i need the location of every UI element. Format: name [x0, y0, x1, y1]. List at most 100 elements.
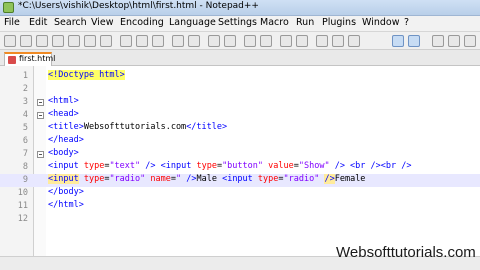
code-token: <input [48, 174, 79, 184]
code-token: <br /> [380, 161, 412, 171]
code-token: type [78, 161, 105, 171]
title-close-tag: </title> [186, 122, 228, 132]
menu-settings[interactable]: Settings [218, 17, 257, 28]
indent-guide-icon[interactable] [348, 35, 360, 47]
code-token: "radio" [283, 174, 320, 184]
copy-icon[interactable] [136, 35, 148, 47]
editor-line-7: 7 <body> [0, 148, 480, 161]
line-number: 9 [22, 175, 28, 185]
menu-macro[interactable]: Macro [260, 17, 289, 28]
title-bar: *C:\Users\vishik\Desktop\html\first.html… [0, 0, 480, 16]
head-close-tag: </head> [48, 135, 84, 145]
line-number: 3 [22, 97, 28, 107]
user-lang-icon[interactable] [392, 35, 404, 47]
code-token: /> [186, 174, 197, 184]
code-token: type [191, 161, 217, 171]
code-line: <head> [48, 109, 79, 119]
tab-first-html[interactable]: first.html [4, 52, 55, 66]
close-icon[interactable] [68, 35, 80, 47]
fold-toggle-icon[interactable] [37, 151, 44, 158]
new-file-icon[interactable] [4, 35, 16, 47]
code-token: "Show" [298, 161, 330, 171]
all-chars-icon[interactable] [332, 35, 344, 47]
save-all-icon[interactable] [52, 35, 64, 47]
sync-h-icon[interactable] [296, 35, 308, 47]
menu-file[interactable]: File [4, 17, 20, 28]
tab-bar: first.html [0, 50, 480, 66]
print-icon[interactable] [100, 35, 112, 47]
html-open-tag: <html> [48, 96, 79, 106]
editor-line-3: 3 <html> [0, 96, 480, 109]
line-number: 7 [22, 149, 28, 159]
play-macro-icon[interactable] [464, 35, 476, 47]
undo-icon[interactable] [172, 35, 184, 47]
code-line: </body> [48, 187, 84, 197]
fold-toggle-icon[interactable] [37, 99, 44, 106]
code-token: "text" [109, 161, 141, 171]
menu-encoding[interactable]: Encoding [120, 17, 164, 28]
title-text: Websofttutorials.com [83, 122, 187, 132]
menu-search[interactable]: Search [54, 17, 87, 28]
menu-language[interactable]: Language [169, 17, 216, 28]
menu-window[interactable]: Window [362, 17, 399, 28]
find-icon[interactable] [208, 35, 220, 47]
zoom-out-icon[interactable] [260, 35, 272, 47]
code-line: <input type="radio" name=" />Male <input… [48, 174, 365, 184]
code-token: value [263, 161, 294, 171]
line-number: 11 [17, 201, 28, 211]
code-token: /> [329, 161, 345, 171]
editor-line-5: 5 <title>Websofttutorials.com</title> [0, 122, 480, 135]
fold-toggle-icon[interactable] [37, 112, 44, 119]
line-number: 12 [17, 214, 28, 224]
menu-run[interactable]: Run [296, 17, 314, 28]
code-token: "button" [222, 161, 264, 171]
zoom-in-icon[interactable] [244, 35, 256, 47]
code-token: Male [196, 174, 223, 184]
line-number: 1 [22, 71, 28, 81]
doc-map-icon[interactable] [408, 35, 420, 47]
code-token: "radio" [109, 174, 146, 184]
wrap-icon[interactable] [316, 35, 328, 47]
code-token: /> [324, 174, 335, 184]
code-line: </html> [48, 200, 84, 210]
editor-line-6: 6 </head> [0, 135, 480, 148]
code-line: <body> [48, 148, 79, 158]
window-title: *C:\Users\vishik\Desktop\html\first.html… [18, 1, 259, 11]
menu-bar: File Edit Search View Encoding Language … [0, 16, 480, 32]
body-close-tag: </body> [48, 187, 84, 197]
save-icon[interactable] [36, 35, 48, 47]
paste-icon[interactable] [152, 35, 164, 47]
editor-line-11: 11 </html> [0, 200, 480, 213]
code-token: /> [140, 161, 156, 171]
open-file-icon[interactable] [20, 35, 32, 47]
unsaved-file-icon [8, 56, 16, 64]
sync-v-icon[interactable] [280, 35, 292, 47]
replace-icon[interactable] [224, 35, 236, 47]
code-token: type [78, 174, 105, 184]
html-close-tag: </html> [48, 200, 84, 210]
code-token: name [145, 174, 171, 184]
stop-record-icon[interactable] [448, 35, 460, 47]
menu-view[interactable]: View [91, 17, 114, 28]
editor-line-12: 12 [0, 213, 480, 226]
code-token: Female [334, 174, 366, 184]
editor-line-1: 1 <!Doctype html> [0, 70, 480, 83]
redo-icon[interactable] [188, 35, 200, 47]
code-token: type [252, 174, 279, 184]
menu-edit[interactable]: Edit [29, 17, 47, 28]
menu-plugins[interactable]: Plugins [322, 17, 356, 28]
editor-line-8: 8 <input type="text" /> <input type="but… [0, 161, 480, 174]
code-line: <!Doctype html> [48, 70, 125, 80]
code-token: <input [155, 161, 192, 171]
menu-help[interactable]: ? [404, 17, 409, 28]
editor-line-9: 9 <input type="radio" name=" />Male <inp… [0, 174, 480, 187]
line-number: 6 [22, 136, 28, 146]
cut-icon[interactable] [120, 35, 132, 47]
record-macro-icon[interactable] [432, 35, 444, 47]
line-number: 10 [17, 188, 28, 198]
doctype-tag: <!Doctype html> [48, 70, 125, 80]
title-open-tag: <title> [48, 122, 84, 132]
code-token: <input [48, 161, 79, 171]
close-all-icon[interactable] [84, 35, 96, 47]
body-open-tag: <body> [48, 148, 79, 158]
